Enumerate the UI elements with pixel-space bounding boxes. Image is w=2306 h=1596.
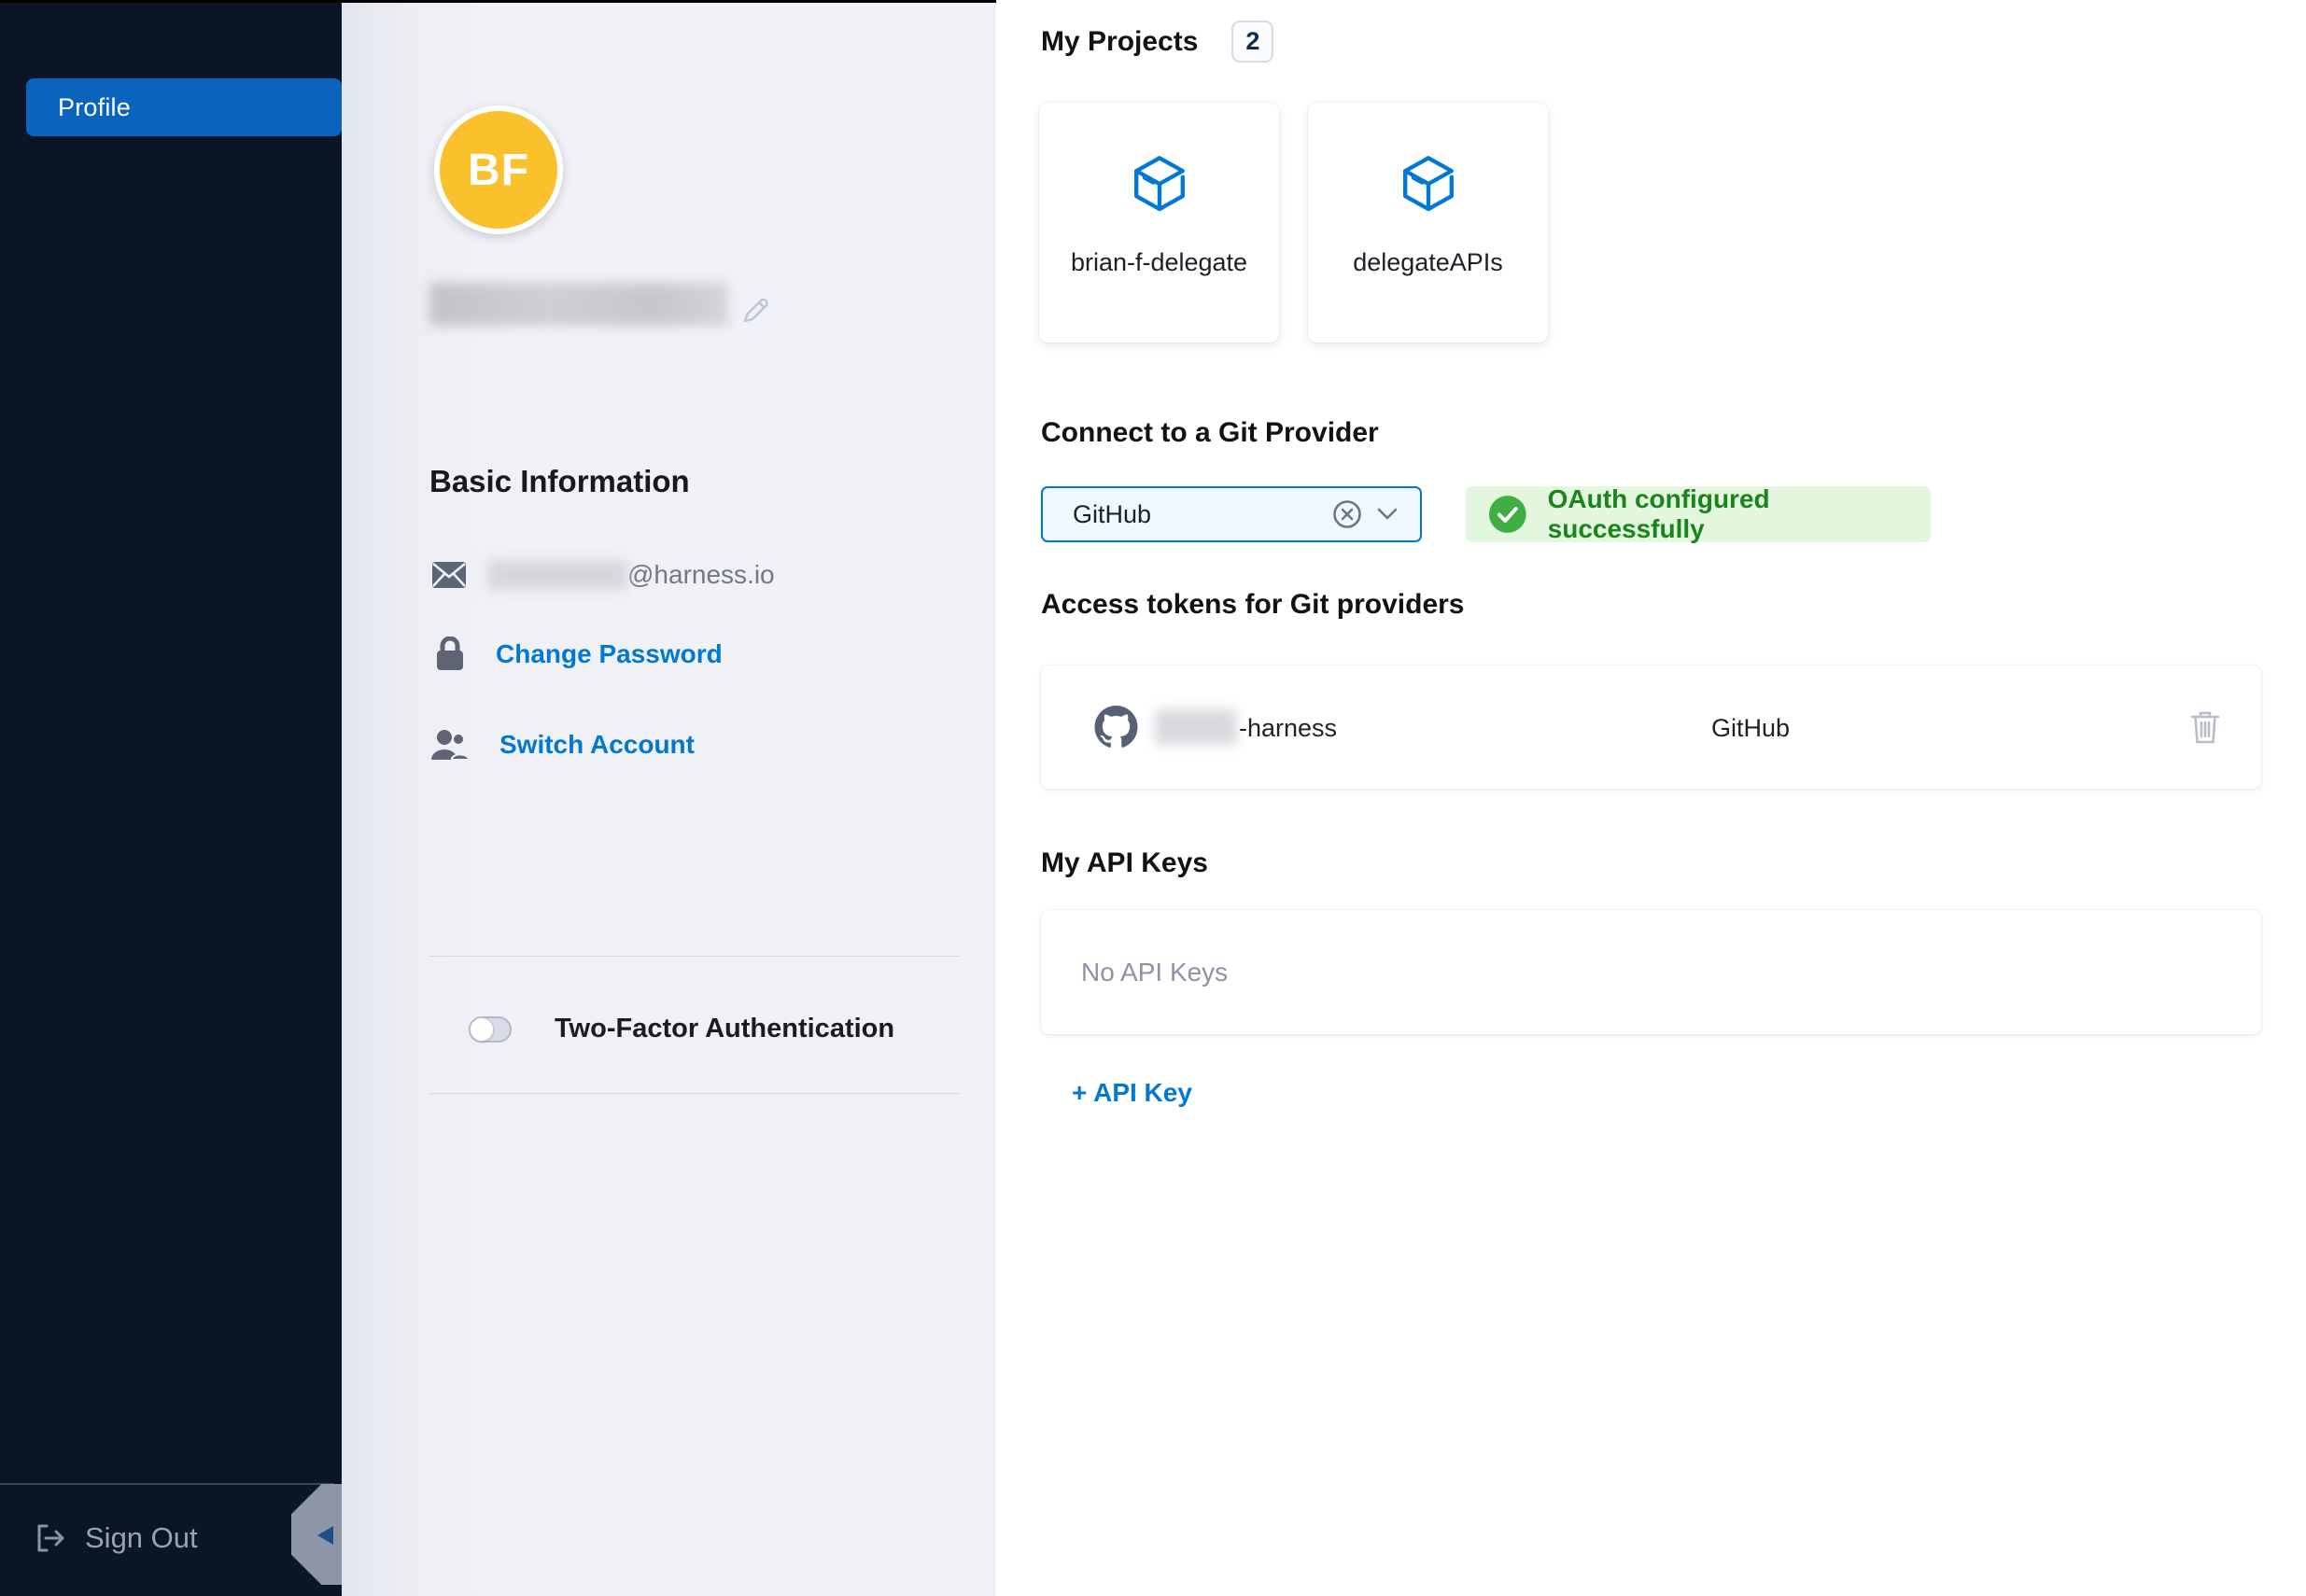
app-window: Profile Sign Out BF Basic Information [0, 0, 2306, 1596]
toggle-knob [470, 1017, 494, 1042]
project-name: delegateAPIs [1353, 248, 1503, 277]
profile-panel: BF Basic Information @harness.io Change … [342, 0, 996, 1596]
clear-selection-icon[interactable] [1330, 497, 1364, 531]
github-icon [1094, 706, 1138, 749]
change-password-row: Change Password [435, 637, 723, 672]
main-content: My Projects 2 brian-f-delegate [996, 0, 2306, 1596]
window-top-edge [0, 0, 996, 3]
api-keys-heading: My API Keys [1041, 847, 1208, 879]
edit-name-icon[interactable] [741, 295, 771, 325]
two-factor-label: Two-Factor Authentication [555, 1014, 894, 1044]
delete-token-icon[interactable] [2189, 709, 2221, 745]
email-domain: @harness.io [627, 560, 775, 590]
git-provider-row: GitHub OAuth configured successfully [1041, 486, 1931, 542]
email-user-redacted [487, 560, 627, 590]
avatar-initials: BF [468, 145, 529, 196]
access-token-row: -harness GitHub [1041, 665, 2261, 789]
sidebar-footer-divider [0, 1483, 334, 1485]
sidebar-item-profile-label: Profile [26, 93, 131, 122]
email-icon [431, 560, 467, 590]
two-factor-toggle[interactable] [469, 1016, 512, 1043]
chevron-down-icon [1377, 508, 1398, 521]
oauth-status-text: OAuth configured successfully [1548, 484, 1931, 544]
divider [429, 956, 960, 957]
user-name-redacted [429, 283, 728, 326]
divider [429, 1093, 960, 1094]
add-api-key-button[interactable]: + API Key [1072, 1078, 1192, 1108]
projects-count-badge: 2 [1231, 21, 1273, 63]
token-username-suffix: -harness [1239, 714, 1337, 743]
git-provider-selected-value: GitHub [1073, 500, 1330, 529]
project-cube-icon [1127, 151, 1192, 217]
project-cards: brian-f-delegate delegateAPIs [1039, 103, 1548, 343]
sign-out-label: Sign Out [85, 1521, 198, 1555]
git-provider-heading: Connect to a Git Provider [1041, 417, 1379, 449]
project-card-brian-f-delegate[interactable]: brian-f-delegate [1039, 103, 1279, 343]
api-keys-empty-text: No API Keys [1081, 958, 1228, 987]
change-password-link[interactable]: Change Password [496, 639, 723, 669]
switch-account-link[interactable]: Switch Account [499, 730, 695, 760]
users-icon [429, 728, 471, 762]
api-keys-empty-card: No API Keys [1041, 910, 2261, 1034]
git-provider-select[interactable]: GitHub [1041, 486, 1422, 542]
git-provider-header: Connect to a Git Provider [1041, 417, 1379, 449]
api-keys-header: My API Keys [1041, 847, 1208, 879]
oauth-status-pill: OAuth configured successfully [1466, 486, 1931, 542]
sign-out-button[interactable]: Sign Out [35, 1521, 198, 1555]
sign-out-icon [35, 1522, 66, 1554]
token-username-redacted [1155, 709, 1237, 745]
two-factor-row: Two-Factor Authentication [469, 1014, 894, 1044]
token-provider: GitHub [1711, 714, 1790, 743]
switch-account-row: Switch Account [429, 728, 695, 762]
my-projects-heading: My Projects [1041, 26, 1198, 58]
lock-icon [435, 637, 465, 672]
left-sidebar: Profile Sign Out [0, 0, 342, 1596]
project-name: brian-f-delegate [1071, 248, 1247, 277]
collapse-arrow-icon [317, 1526, 333, 1545]
sidebar-item-profile[interactable]: Profile [26, 78, 342, 136]
access-tokens-header: Access tokens for Git providers [1041, 589, 1465, 621]
my-projects-header: My Projects 2 [1041, 21, 1273, 63]
project-cube-icon [1396, 151, 1461, 217]
success-check-icon [1488, 495, 1527, 534]
basic-information-heading: Basic Information [429, 464, 690, 499]
avatar[interactable]: BF [434, 105, 563, 234]
project-card-delegateAPIs[interactable]: delegateAPIs [1308, 103, 1548, 343]
email-row: @harness.io [431, 560, 775, 590]
access-tokens-heading: Access tokens for Git providers [1041, 589, 1465, 621]
